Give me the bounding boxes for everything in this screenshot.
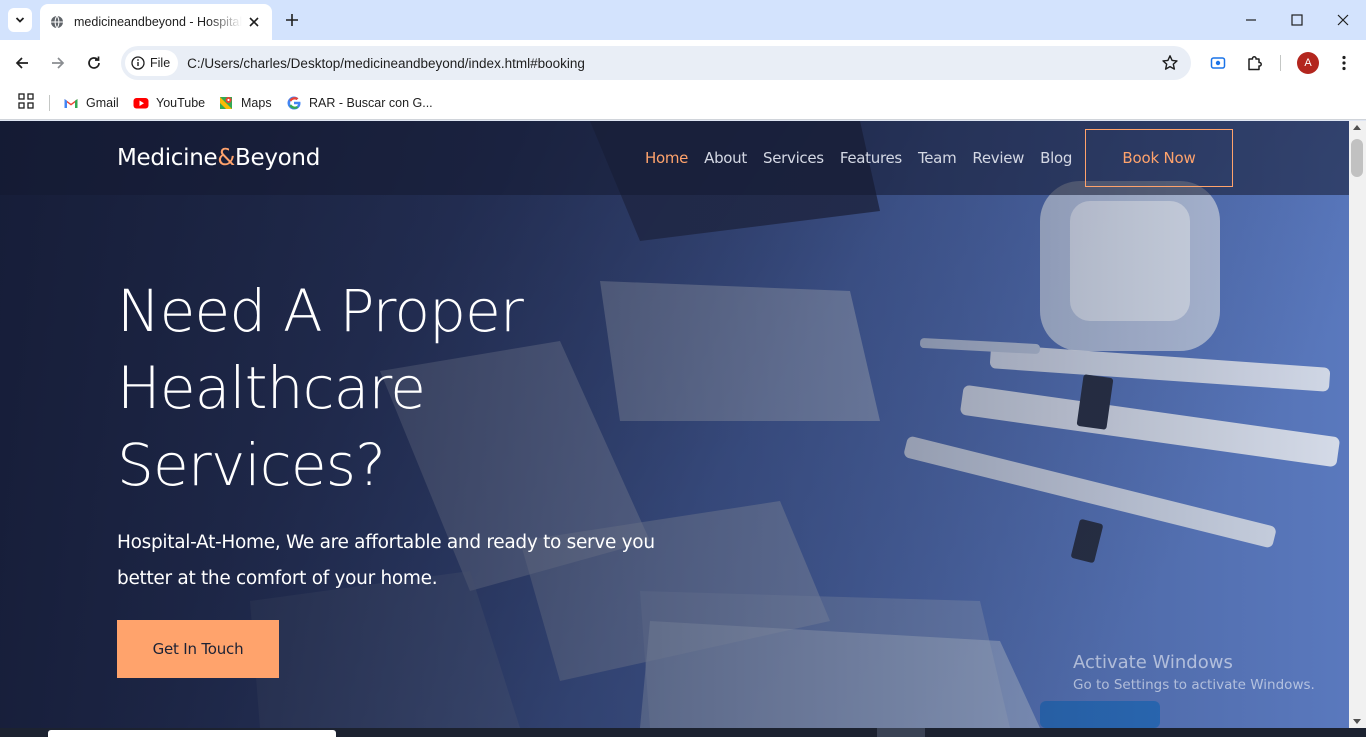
logo-text-beyond: Beyond (235, 145, 320, 171)
maps-icon (218, 95, 234, 111)
address-bar[interactable]: File C:/Users/charles/Desktop/medicinean… (121, 46, 1191, 80)
bookmark-maps[interactable]: Maps (218, 92, 272, 114)
forward-button[interactable] (46, 51, 70, 75)
site-header: Medicine&Beyond Home About Services Feat… (0, 121, 1349, 195)
hero-subtitle: Hospital-At-Home, We are affortable and … (117, 532, 655, 589)
bookmark-label: Maps (241, 96, 272, 110)
screen-capture-extension[interactable] (1207, 52, 1229, 74)
reload-icon (88, 56, 100, 69)
windows-taskbar (0, 728, 1366, 737)
youtube-icon (133, 95, 149, 111)
bookmarks-divider (49, 95, 50, 111)
get-in-touch-button[interactable]: Get In Touch (117, 620, 279, 678)
browser-tab[interactable]: medicineandbeyond - Hospital (40, 4, 272, 40)
minimize-icon (1246, 19, 1256, 21)
info-icon (131, 56, 145, 70)
new-tab-button[interactable] (282, 10, 302, 30)
extensions-button[interactable] (1244, 52, 1266, 74)
bookmark-label: YouTube (156, 96, 206, 110)
scrollbar-thumb[interactable] (1351, 139, 1363, 177)
plus-icon (286, 14, 298, 26)
site-logo[interactable]: Medicine&Beyond (117, 145, 320, 171)
bookmark-youtube[interactable]: YouTube (133, 92, 205, 114)
puzzle-icon (1248, 56, 1262, 71)
kebab-menu-icon (1342, 55, 1346, 71)
reload-button[interactable] (82, 51, 106, 75)
hero-title: Need A Proper Healthcare Services? (117, 277, 524, 499)
taskbar-search-box[interactable] (48, 730, 336, 737)
site-chip-label: File (150, 56, 171, 70)
watermark-title: Activate Windows (1073, 652, 1233, 673)
profile-avatar[interactable]: A (1297, 52, 1319, 74)
camera-icon (1210, 57, 1226, 69)
bookmark-label: Gmail (86, 96, 119, 110)
site-info-chip[interactable]: File (125, 50, 179, 76)
nav-link-features[interactable]: Features (840, 149, 902, 167)
nav-link-home[interactable]: Home (645, 149, 688, 167)
minimize-button[interactable] (1241, 10, 1261, 30)
arrow-right-icon (52, 57, 65, 69)
page-viewport: Medicine&Beyond Home About Services Feat… (0, 121, 1349, 728)
browser-menu-button[interactable] (1333, 52, 1355, 74)
google-icon (286, 95, 302, 111)
bookmark-gmail[interactable]: Gmail (63, 92, 119, 114)
tab-search-button[interactable] (8, 8, 32, 32)
close-icon (1337, 14, 1349, 26)
apps-grid-icon[interactable] (18, 93, 36, 111)
chevron-down-icon (15, 17, 25, 23)
arrow-left-icon (15, 57, 28, 69)
bookmark-rar[interactable]: RAR - Buscar con G... (286, 92, 433, 114)
windows-activation-watermark: Activate Windows Go to Settings to activ… (1073, 652, 1315, 693)
toolbar-divider (1280, 55, 1281, 71)
bookmark-star-icon[interactable] (1161, 54, 1179, 72)
logo-ampersand: & (217, 145, 235, 171)
scroll-up-arrow-icon[interactable] (1353, 125, 1361, 130)
maximize-button[interactable] (1287, 10, 1307, 30)
back-button[interactable] (10, 51, 34, 75)
gmail-icon (63, 95, 79, 111)
watermark-subtitle: Go to Settings to activate Windows. (1073, 677, 1315, 693)
tab-strip: medicineandbeyond - Hospital (0, 0, 1366, 40)
bookmark-label: RAR - Buscar con G... (309, 96, 433, 110)
bookmarks-bar: Gmail YouTube Maps RAR - Buscar con G... (0, 86, 1366, 120)
tab-title: medicineandbeyond - Hospital (74, 15, 242, 29)
nav-link-team[interactable]: Team (918, 149, 957, 167)
page-scrollbar[interactable] (1349, 121, 1366, 728)
book-now-button[interactable]: Book Now (1085, 129, 1233, 187)
logo-text-medicine: Medicine (117, 145, 218, 171)
maximize-icon (1291, 14, 1303, 26)
nav-link-review[interactable]: Review (972, 149, 1024, 167)
main-nav: Home About Services Features Team Review… (645, 149, 1072, 167)
nav-link-blog[interactable]: Blog (1040, 149, 1072, 167)
globe-icon (50, 15, 64, 29)
close-window-button[interactable] (1333, 10, 1353, 30)
tab-close-icon[interactable] (246, 14, 262, 30)
nav-link-services[interactable]: Services (763, 149, 824, 167)
taskbar-active-app[interactable] (877, 728, 925, 737)
scroll-down-arrow-icon[interactable] (1353, 719, 1361, 724)
url-text[interactable]: C:/Users/charles/Desktop/medicineandbeyo… (187, 56, 585, 71)
nav-link-about[interactable]: About (704, 149, 747, 167)
browser-toolbar: File C:/Users/charles/Desktop/medicinean… (0, 40, 1366, 86)
